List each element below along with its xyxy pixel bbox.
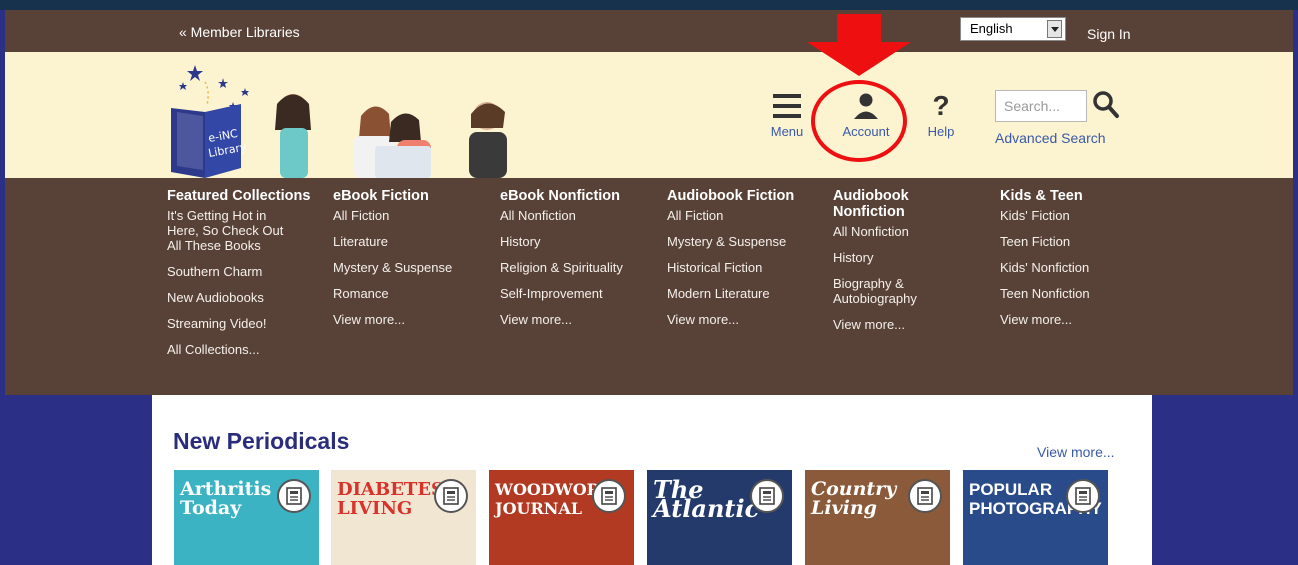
library-logo[interactable]: e-iNC Library — [165, 60, 525, 183]
periodical-cover[interactable]: POPULAR PHOTOGRAPHY — [963, 470, 1108, 565]
menu-label: Menu — [770, 124, 804, 139]
cover-title: Arthritis Today — [180, 478, 272, 519]
menu-item[interactable]: View more... — [1000, 312, 1150, 327]
menu-item[interactable]: All Nonfiction — [833, 224, 983, 239]
menu-item[interactable]: View more... — [333, 312, 483, 327]
menu-item[interactable]: Teen Fiction — [1000, 234, 1150, 249]
menu-item[interactable]: View more... — [500, 312, 650, 327]
menu-item[interactable]: Biography & Autobiography — [833, 276, 933, 306]
menu-item[interactable]: Southern Charm — [167, 264, 317, 279]
cover-title: WOODWORK JOURNAL — [495, 480, 614, 518]
menu-item[interactable]: Historical Fiction — [667, 260, 817, 275]
menu-column-ebook-fiction: eBook Fiction All Fiction Literature Mys… — [333, 188, 483, 338]
menu-nav-item[interactable]: Menu — [767, 92, 807, 139]
menu-item[interactable]: History — [500, 234, 650, 249]
page-top-strip — [0, 0, 1298, 10]
menu-item[interactable]: All Collections... — [167, 342, 317, 357]
help-nav-item[interactable]: ? Help — [923, 90, 959, 140]
menu-column-heading[interactable]: Audiobook Nonfiction — [833, 188, 923, 220]
sign-in-link[interactable]: Sign In — [1087, 26, 1131, 42]
cover-title: The Atlantic — [653, 475, 760, 523]
menu-item[interactable]: Mystery & Suspense — [333, 260, 483, 275]
periodical-cover[interactable]: DIABETES LIVING — [331, 470, 476, 565]
menu-column-heading[interactable]: eBook Fiction — [333, 188, 483, 204]
magazine-icon — [592, 479, 626, 513]
magazine-icon — [434, 479, 468, 513]
cover-title: POPULAR PHOTOGRAPHY — [969, 480, 1102, 518]
help-icon: ? — [932, 90, 950, 121]
menu-item[interactable]: Romance — [333, 286, 483, 301]
menu-column-kids-teen: Kids & Teen Kids' Fiction Teen Fiction K… — [1000, 188, 1150, 338]
menu-item[interactable]: Religion & Spirituality — [500, 260, 650, 275]
menu-item[interactable]: Kids' Nonfiction — [1000, 260, 1150, 275]
search-input[interactable] — [995, 90, 1087, 122]
menu-item[interactable]: Streaming Video! — [167, 316, 317, 331]
menu-item[interactable]: Teen Nonfiction — [1000, 286, 1150, 301]
language-select-value: English — [970, 21, 1013, 36]
periodical-cover[interactable]: The Atlantic — [647, 470, 792, 565]
menu-column-audiobook-nonfiction: Audiobook Nonfiction All Nonfiction Hist… — [833, 188, 983, 343]
annotation-arrow-icon — [807, 14, 911, 162]
hamburger-menu-icon — [773, 94, 801, 118]
magazine-icon — [1066, 479, 1100, 513]
menu-item[interactable]: View more... — [833, 317, 983, 332]
menu-item[interactable]: New Audiobooks — [167, 290, 317, 305]
mega-menu: Featured Collections It's Getting Hot in… — [5, 178, 1293, 395]
menu-column-heading[interactable]: eBook Nonfiction — [500, 188, 650, 204]
periodicals-section: New Periodicals View more... Arthritis T… — [152, 395, 1152, 565]
menu-item[interactable]: All Nonfiction — [500, 208, 650, 223]
menu-column-heading[interactable]: Featured Collections — [167, 188, 317, 204]
section-title: New Periodicals — [173, 428, 350, 454]
periodical-cover[interactable]: Arthritis Today — [174, 470, 319, 565]
header: e-iNC Library Menu Account ? Help Search… — [5, 52, 1293, 178]
member-libraries-link[interactable]: « Member Libraries — [179, 24, 300, 40]
magazine-icon — [908, 479, 942, 513]
menu-item[interactable]: History — [833, 250, 983, 265]
periodical-cover[interactable]: WOODWORK JOURNAL — [489, 470, 634, 565]
menu-item[interactable]: All Fiction — [333, 208, 483, 223]
menu-item[interactable]: It's Getting Hot in Here, So Check Out A… — [167, 208, 297, 253]
menu-column-heading[interactable]: Audiobook Fiction — [667, 188, 817, 204]
menu-column-ebook-nonfiction: eBook Nonfiction All Nonfiction History … — [500, 188, 650, 338]
menu-item[interactable]: Literature — [333, 234, 483, 249]
menu-item[interactable]: Self-Improvement — [500, 286, 650, 301]
menu-item[interactable]: Mystery & Suspense — [667, 234, 817, 249]
advanced-search-link[interactable]: Advanced Search — [995, 130, 1106, 146]
view-more-link[interactable]: View more... — [1037, 444, 1115, 460]
menu-column-heading[interactable]: Kids & Teen — [1000, 188, 1150, 204]
magazine-icon — [277, 479, 311, 513]
help-label: Help — [927, 124, 955, 139]
menu-item[interactable]: Kids' Fiction — [1000, 208, 1150, 223]
periodical-cover[interactable]: Country Living — [805, 470, 950, 565]
menu-item[interactable]: Modern Literature — [667, 286, 817, 301]
search-icon[interactable] — [1092, 90, 1120, 120]
language-select[interactable]: English — [960, 17, 1066, 41]
menu-column-audiobook-fiction: Audiobook Fiction All Fiction Mystery & … — [667, 188, 817, 338]
menu-item[interactable]: All Fiction — [667, 208, 817, 223]
menu-column-featured-collections: Featured Collections It's Getting Hot in… — [167, 188, 317, 368]
cover-title: Country Living — [811, 478, 897, 519]
utility-bar: « Member Libraries English Sign In — [5, 10, 1293, 52]
cover-title: DIABETES LIVING — [337, 479, 445, 519]
chevron-down-icon[interactable] — [1047, 20, 1062, 38]
menu-item[interactable]: View more... — [667, 312, 817, 327]
magazine-icon — [750, 479, 784, 513]
